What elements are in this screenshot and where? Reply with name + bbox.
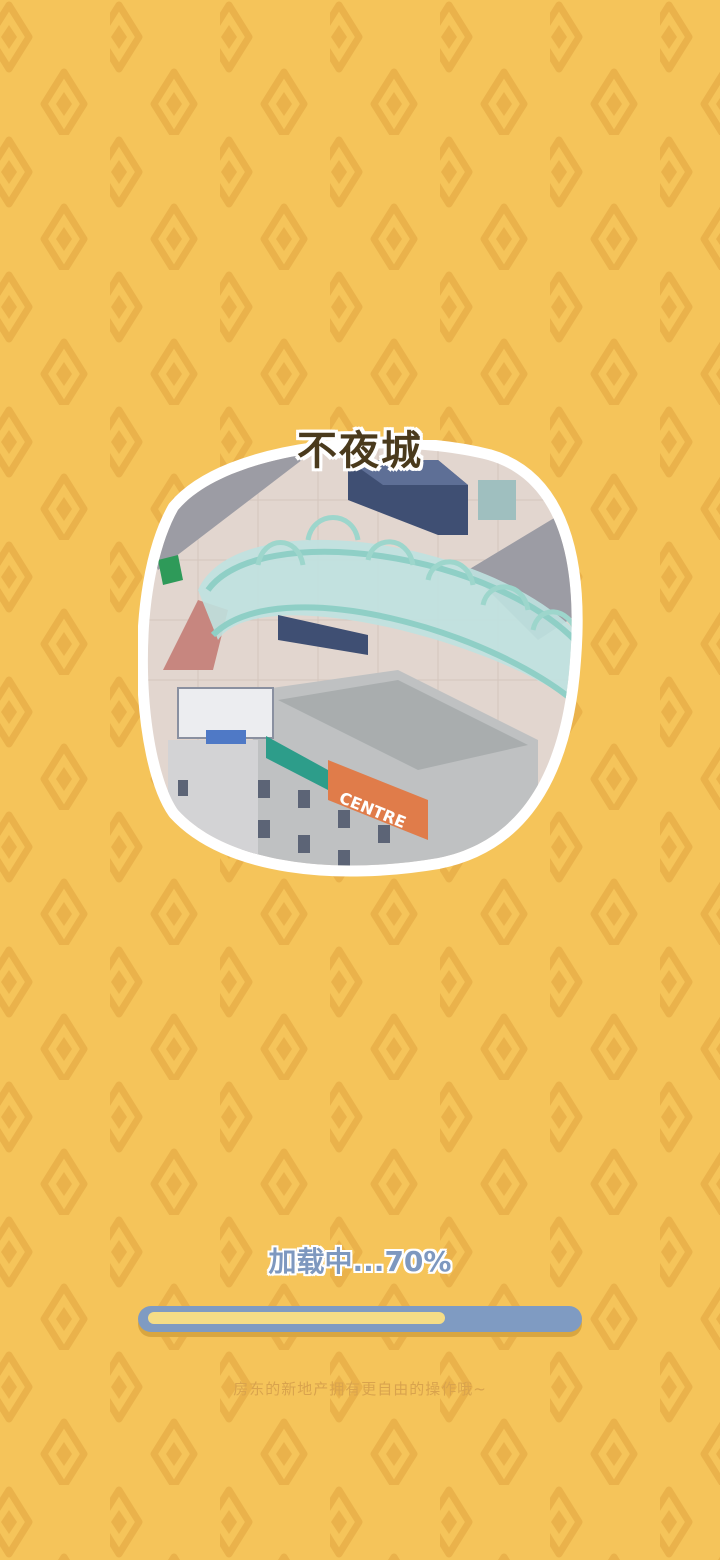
- progress-bar: [138, 1306, 582, 1332]
- loading-tip: 房东的新地产拥有更自由的操作哦~: [233, 1380, 487, 1398]
- progress-bar-fill: [148, 1312, 445, 1324]
- location-illustration: CENTRE: [138, 440, 583, 877]
- loading-progress-label: 加载中...70%: [268, 1245, 452, 1278]
- location-title: 不夜城: [297, 428, 423, 474]
- loading-screen: CENTRE 不夜城 加载中...70% 房东的新地产拥有更自由的操作哦~: [0, 0, 720, 1560]
